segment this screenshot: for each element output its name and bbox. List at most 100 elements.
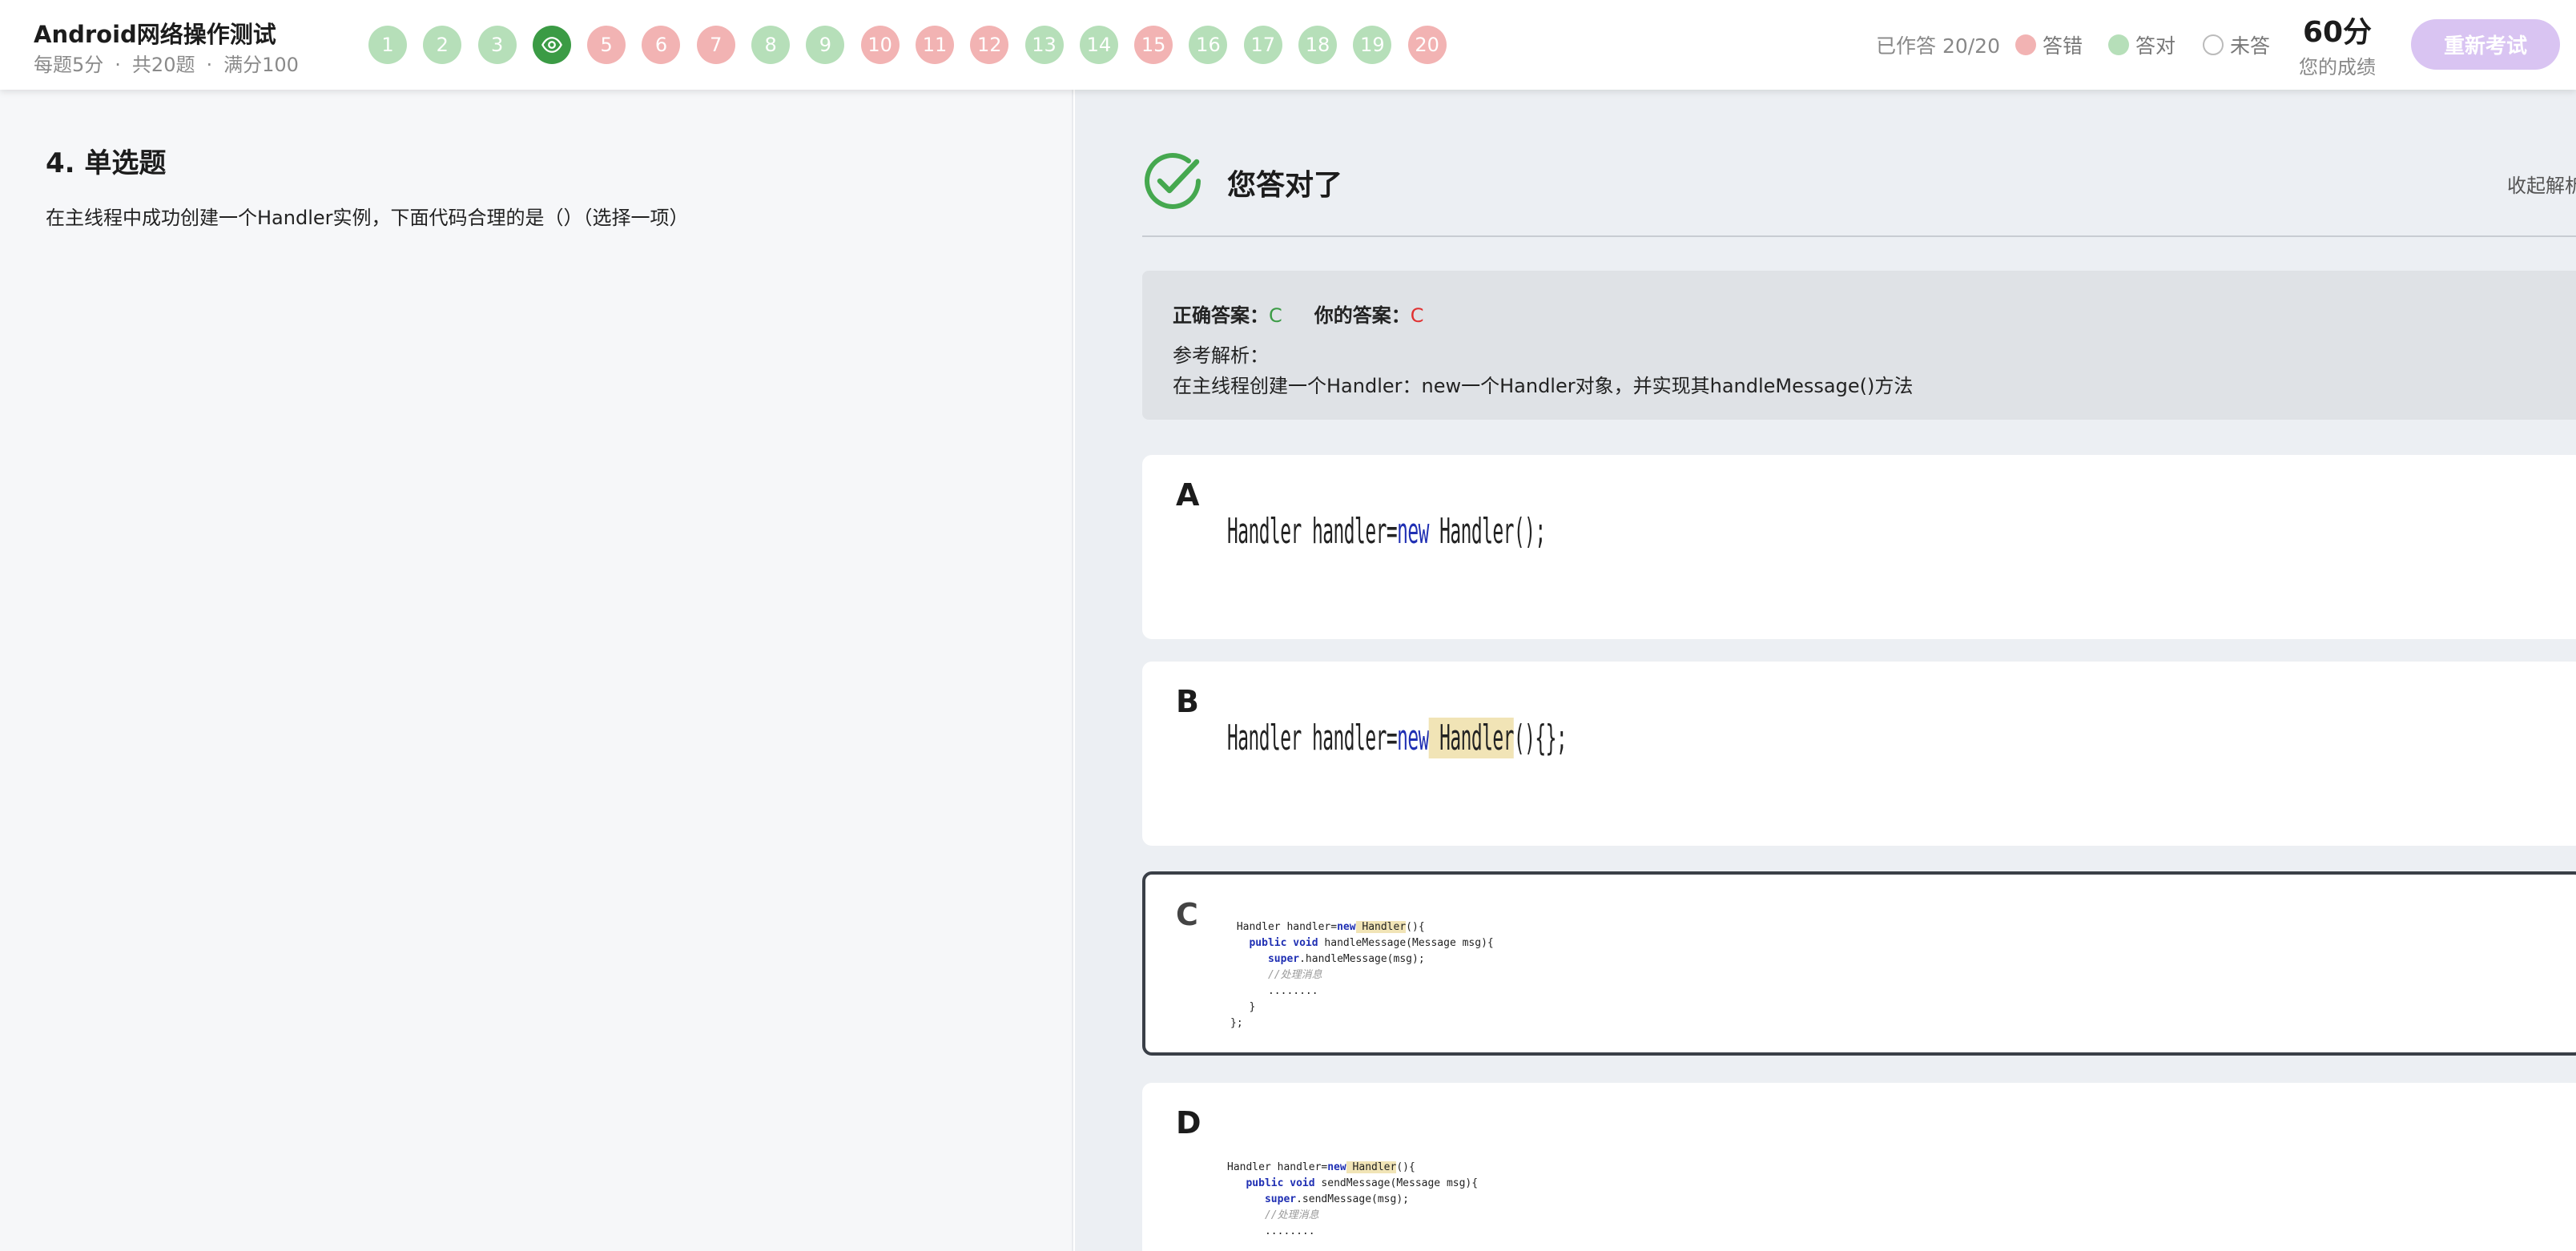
code-highlight: Handler [1346, 1161, 1397, 1173]
score-block: 60分 您的成绩 [2299, 14, 2376, 79]
score-value: 60分 [2302, 16, 2373, 49]
option-b-code-image: Handler handler=new Handler(){}; [1227, 718, 1568, 758]
question-nav-4[interactable] [532, 26, 571, 64]
collapse-analysis-link[interactable]: 收起解析 [2507, 170, 2576, 198]
question-nav-number: 7 [710, 34, 722, 56]
legend-right-label: 答对 [2135, 34, 2176, 58]
code-line: ........ [1227, 1224, 1478, 1240]
option-c[interactable]: C Handler handler=new Handler(){ public … [1142, 871, 2576, 1056]
question-nav-9[interactable]: 9 [806, 26, 845, 64]
retake-exam-button[interactable]: 重新考试 [2411, 19, 2560, 70]
question-nav-number: 10 [867, 34, 892, 56]
question-type-heading: 4. 单选题 [46, 147, 167, 179]
question-nav-6[interactable]: 6 [642, 26, 681, 64]
question-nav-number: 11 [922, 34, 948, 56]
question-nav-number: 19 [1360, 34, 1385, 56]
question-navigator: 1 2 3 5 6 7 8 9 10 11 12 13 14 15 16 17 18 19 20 [368, 26, 1447, 64]
code-keyword: super [1264, 1193, 1297, 1205]
question-nav-number: 18 [1305, 34, 1330, 56]
code-text: handleMessage(Message msg){ [1318, 937, 1494, 949]
code-line: }; [1230, 1016, 1494, 1032]
question-nav-number: 12 [976, 34, 1002, 56]
question-nav-number: 13 [1032, 34, 1057, 56]
question-nav-number: 9 [819, 34, 832, 56]
your-answer-label: 你的答案： [1314, 304, 1411, 327]
code-text: .handleMessage(msg); [1299, 953, 1425, 965]
correct-answer-value: C [1269, 304, 1282, 327]
per-question-score: 每题5分 [34, 54, 104, 76]
exam-meta: 每题5分 · 共20题 · 满分100 [34, 49, 299, 77]
result-status: 您答对了 [1227, 169, 1343, 202]
unanswered-swatch-icon [2203, 34, 2224, 55]
code-line: public void sendMessage(Message msg){ [1227, 1176, 1478, 1192]
separator-dot: · [206, 54, 213, 76]
option-d[interactable]: D Handler handler=new Handler(){ public … [1142, 1083, 2576, 1251]
question-nav-number: 8 [764, 34, 777, 56]
code-line: } [1230, 1000, 1494, 1016]
answered-count: 已作答 20/20 [1876, 34, 2000, 58]
question-nav-number: 17 [1250, 34, 1276, 56]
option-a[interactable]: A Handler handler=new Handler(); [1142, 455, 2576, 639]
code-line: super.handleMessage(msg); [1230, 951, 1494, 967]
question-nav-13[interactable]: 13 [1024, 26, 1064, 64]
legend-right: 答对 [2108, 30, 2176, 59]
question-nav-5[interactable]: 5 [587, 26, 626, 64]
question-nav-number: 6 [654, 34, 668, 56]
question-nav-number: 5 [600, 34, 613, 56]
code-keyword: super [1267, 953, 1300, 965]
question-nav-20[interactable]: 20 [1407, 26, 1447, 64]
code-text: Handler handler= [1227, 511, 1398, 552]
question-nav-19[interactable]: 19 [1353, 26, 1392, 64]
question-nav-number: 2 [436, 34, 449, 56]
question-nav-3[interactable]: 3 [477, 26, 517, 64]
question-nav-number: 3 [490, 34, 504, 56]
code-highlight: Handler [1428, 718, 1514, 758]
code-line: super.sendMessage(msg); [1227, 1192, 1478, 1208]
option-d-code-image: Handler handler=new Handler(){ public vo… [1227, 1160, 1478, 1240]
code-line: Handler handler=new Handler(){ [1227, 1160, 1478, 1176]
code-text: ........ [1264, 1225, 1315, 1237]
question-nav-number: 20 [1415, 34, 1439, 56]
analysis-label: 参考解析： [1173, 344, 1269, 367]
code-text: }; [1230, 1017, 1243, 1029]
code-keyword: public [1246, 1177, 1284, 1189]
code-highlight: Handler [1355, 921, 1407, 933]
question-panel: 4. 单选题 在主线程中成功创建一个Handler实例，下面代码合理的是（）（选… [0, 90, 1073, 1251]
option-letter: B [1176, 684, 1199, 719]
answer-summary: 正确答案：C 你的答案：C [1173, 300, 1424, 328]
option-letter: A [1176, 477, 1200, 513]
question-nav-18[interactable]: 18 [1298, 26, 1338, 64]
question-nav-2[interactable]: 2 [423, 26, 462, 64]
question-nav-1[interactable]: 1 [368, 26, 407, 64]
question-nav-12[interactable]: 12 [970, 26, 1009, 64]
code-line: Handler handler=new Handler(){ [1230, 919, 1494, 935]
code-keyword: void [1290, 1177, 1315, 1189]
code-keyword: new [1337, 921, 1356, 933]
code-line: //处理消息 [1230, 967, 1494, 984]
question-nav-10[interactable]: 10 [860, 26, 900, 64]
wrong-swatch-icon [2015, 34, 2036, 55]
question-nav-7[interactable]: 7 [696, 26, 735, 64]
option-a-code-image: Handler handler=new Handler(); [1227, 511, 1546, 552]
question-nav-number: 16 [1196, 34, 1221, 56]
code-text: Handler handler= [1236, 921, 1338, 933]
your-answer-value: C [1410, 304, 1424, 327]
question-nav-16[interactable]: 16 [1189, 26, 1228, 64]
code-text: .sendMessage(msg); [1296, 1193, 1409, 1205]
question-nav-11[interactable]: 11 [915, 26, 954, 64]
question-text: 在主线程中成功创建一个Handler实例，下面代码合理的是（）（选择一项） [46, 207, 689, 229]
option-b[interactable]: B Handler handler=new Handler(){}; [1142, 662, 2576, 846]
option-c-code-image: Handler handler=new Handler(){ public vo… [1230, 919, 1494, 1032]
code-text: Handler handler= [1227, 1161, 1328, 1173]
code-text: } [1249, 1001, 1256, 1013]
code-text: ........ [1267, 985, 1318, 997]
question-nav-15[interactable]: 15 [1134, 26, 1173, 64]
top-header: Android网络操作测试 每题5分 · 共20题 · 满分100 1 2 3 5 6 7 8 9 10… [0, 0, 2576, 90]
score-label: 您的成绩 [2299, 56, 2376, 78]
code-text: Handler handler= [1227, 718, 1398, 758]
separator-dot: · [115, 54, 121, 76]
question-nav-8[interactable]: 8 [751, 26, 791, 64]
question-nav-17[interactable]: 17 [1243, 26, 1282, 64]
question-nav-14[interactable]: 14 [1079, 26, 1118, 64]
code-line: ........ [1230, 984, 1494, 1000]
